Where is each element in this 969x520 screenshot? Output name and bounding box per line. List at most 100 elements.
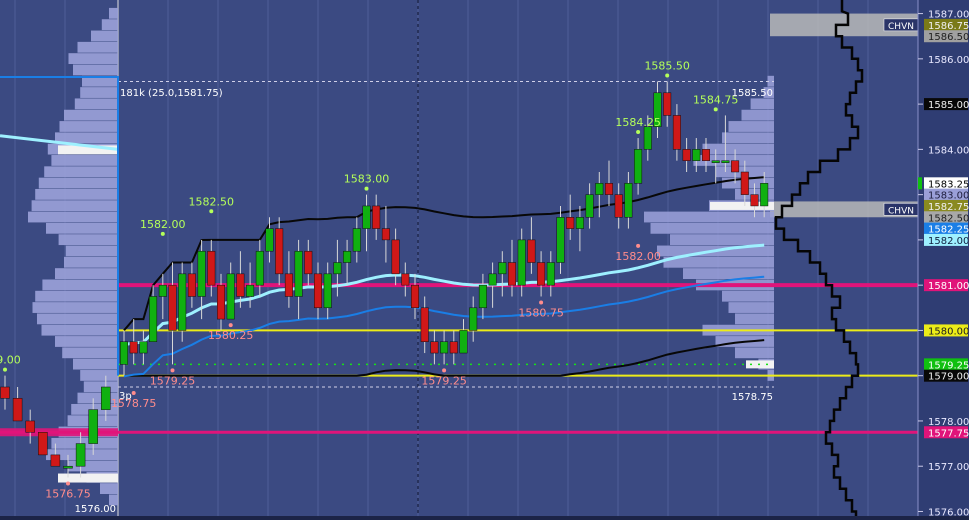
session-candle-body	[750, 194, 759, 207]
session-candle-body	[430, 341, 439, 354]
prev-poc-bar	[58, 473, 118, 483]
session-candle-body	[643, 126, 652, 150]
prev-profile-bar	[62, 347, 118, 359]
session-candle-body	[304, 250, 313, 275]
prev-profile-bar	[55, 336, 118, 347]
session-candle-body	[488, 273, 497, 286]
session-profile-bar	[722, 132, 774, 144]
prev-profile-bar	[35, 188, 119, 200]
session-candle-body	[527, 239, 536, 263]
prev-candle-body	[88, 409, 98, 444]
badge-1586-50-text: 1586.50	[928, 32, 969, 43]
session-profile-bar	[735, 347, 774, 359]
high-label-1582-50: 1582.50	[189, 195, 235, 208]
prev-candle-body	[101, 386, 111, 410]
prev-profile-bar	[109, 7, 118, 19]
prev-candle-body	[75, 443, 86, 467]
prev-candle-body	[63, 465, 73, 469]
low-label-1582-00-dot	[636, 243, 641, 248]
session-candle-body	[352, 228, 361, 252]
session-candle-body	[692, 149, 701, 161]
prev-profile-bar	[74, 98, 118, 110]
prev-candle-body	[12, 398, 23, 422]
session-candle-body	[585, 194, 594, 218]
prev-candle-body	[0, 386, 10, 399]
prev-profile-bar	[51, 155, 118, 166]
session-candle-body	[760, 183, 769, 207]
session-candle-body	[605, 183, 613, 195]
prev-profile-bar	[100, 483, 118, 494]
session-candle-body	[372, 205, 381, 229]
badge-1585-00-text: 1585.00	[928, 100, 969, 111]
prev-profile-bar	[38, 177, 118, 189]
session-candle-body	[575, 217, 584, 229]
range-low-label: 1578.75	[732, 392, 773, 403]
session-candle-body	[566, 217, 575, 229]
session-profile-bar	[663, 256, 774, 268]
chart-canvas[interactable]: CHVNCHVN 79.001576.751582.001582.501583.…	[0, 0, 969, 520]
prev-candle-body	[50, 454, 61, 467]
plot-area[interactable]	[0, 0, 918, 516]
session-profile-bar	[735, 313, 774, 325]
prev-profile-bar	[73, 358, 118, 370]
low-label-1579-25a: 1579.25	[150, 374, 196, 387]
session-candle-body	[217, 284, 225, 320]
prev-profile-bar	[55, 132, 118, 144]
session-profile-bar	[650, 222, 774, 234]
prev-profile-bar	[83, 381, 118, 393]
chvn-zone-upper-label: CHVN	[888, 22, 914, 32]
prev-profile-bar	[28, 211, 118, 223]
session-candle-body	[294, 250, 303, 297]
prev-profile-bar	[91, 30, 118, 42]
session-candle-body	[731, 160, 740, 173]
low-label-1579-25a-dot	[170, 368, 175, 373]
session-candle-body	[420, 307, 429, 342]
session-candle-body	[362, 205, 371, 229]
trading-chart[interactable]: CHVNCHVN 79.001576.751582.001582.501583.…	[0, 0, 969, 520]
session-candle-body	[246, 284, 255, 297]
low-label-1580-75: 1580.75	[518, 306, 564, 319]
session-candle-body	[663, 92, 672, 116]
prev-profile-bar	[35, 290, 119, 302]
session-candle-body	[508, 262, 516, 286]
session-candle-body	[197, 250, 206, 297]
session-candle-body	[440, 341, 449, 354]
session-candle-body	[284, 273, 293, 297]
session-candle-body	[459, 330, 468, 354]
session-candle-body	[275, 228, 284, 275]
prev-session-bottom-price: 1576.00	[75, 504, 116, 515]
low-label-1578-75-dot	[131, 391, 136, 395]
prev-profile-bar	[80, 87, 118, 98]
session-candle-body	[323, 273, 332, 309]
session-candle-body	[120, 341, 128, 365]
session-candle-body	[498, 262, 507, 275]
volume-summary-label: 181k (25.0,1581.75)	[120, 88, 223, 99]
price-axis[interactable]: 1587.001586.001585.001584.001583.001582.…	[917, 0, 969, 518]
session-candle-body	[740, 171, 749, 195]
session-candle-body	[401, 273, 410, 286]
session-candle-body	[546, 262, 555, 286]
prev-low-label-dot	[66, 481, 70, 486]
high-label-1584-25-dot	[636, 130, 641, 135]
badge-1581-00-text: 1581.00	[928, 281, 969, 292]
session-profile-bar	[670, 234, 774, 246]
high-label-1583-00-dot	[364, 186, 369, 191]
session-candle-body	[187, 273, 196, 297]
badge-1579-00-text: 1579.00	[928, 372, 969, 383]
session-candle-body	[265, 228, 274, 252]
session-candle-body	[537, 262, 546, 286]
low-label-1580-25: 1580.25	[208, 329, 254, 342]
prev-profile-bar	[44, 166, 119, 178]
range-high-label: 1585.50	[732, 88, 773, 99]
prev-high-label-dot	[3, 367, 7, 372]
high-label-1585-50-dot	[665, 73, 670, 78]
prev-profile-bar	[31, 200, 119, 212]
session-candle-body	[711, 160, 720, 163]
price-tick-label: 1576.00	[928, 507, 969, 516]
session-candle-body	[168, 284, 177, 331]
session-candle-body	[721, 160, 730, 163]
prev-profile-bar	[42, 279, 118, 291]
session-candle-body	[226, 273, 235, 320]
prev-candle-body	[38, 432, 48, 456]
session-profile-bar	[702, 143, 774, 155]
